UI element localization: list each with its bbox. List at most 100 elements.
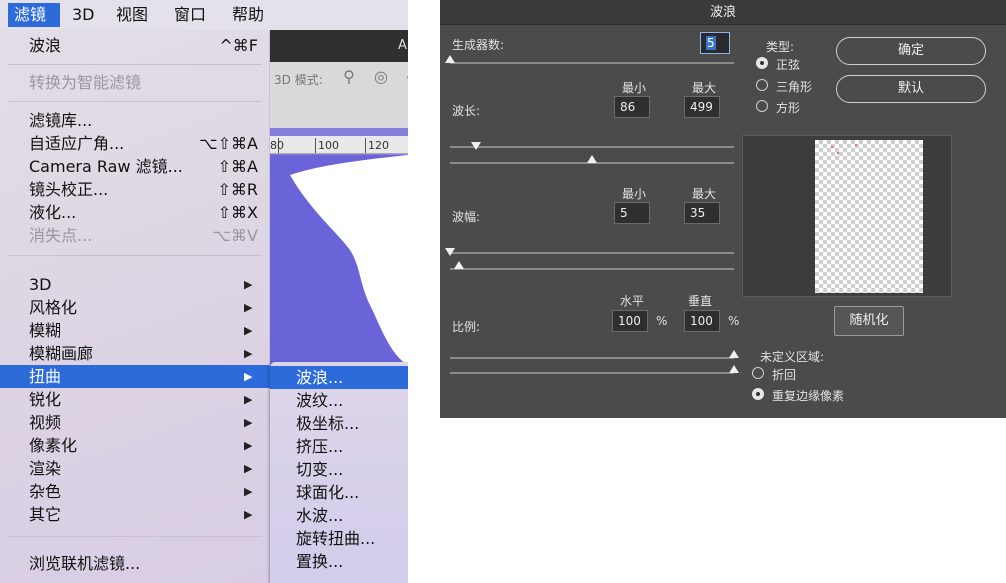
rotate-3d-icon[interactable]: ◎	[370, 66, 392, 88]
type-triangle-radio[interactable]	[756, 79, 768, 91]
scale-vertical-slider-thumb[interactable]	[729, 365, 739, 373]
submenu-item-spherize[interactable]: 球面化...	[270, 481, 408, 504]
default-button[interactable]: 默认	[836, 75, 986, 103]
submenu-arrow-icon: ▶	[244, 485, 253, 498]
menu-bar: 滤镜 3D 视图 窗口 帮助	[0, 0, 408, 30]
menu-filter[interactable]: 滤镜	[8, 3, 60, 27]
generators-label: 生成器数:	[452, 38, 505, 52]
menu-item-blur-gallery[interactable]: 模糊画廊 ▶	[0, 342, 270, 365]
amplitude-max-header: 最大	[691, 187, 716, 201]
menu-item-shortcut: ⇧⌘R	[217, 180, 258, 199]
submenu-arrow-icon: ▶	[244, 416, 253, 429]
scale-vertical-slider-track[interactable]	[450, 372, 734, 374]
scale-horizontal-input[interactable]: 100	[612, 310, 648, 332]
submenu-item-twirl[interactable]: 旋转扭曲...	[270, 527, 408, 550]
repeat-edge-pixels-radio[interactable]	[752, 388, 764, 400]
dialog-title: 波浪	[709, 5, 736, 20]
wavelength-max-input[interactable]: 499	[684, 96, 720, 118]
menu-item-pixelate[interactable]: 像素化 ▶	[0, 434, 270, 457]
menu-view[interactable]: 视图	[116, 3, 148, 27]
menu-item-liquify[interactable]: 液化... ⇧⌘X	[0, 201, 270, 224]
menu-item-camera-raw[interactable]: Camera Raw 滤镜... ⇧⌘A	[0, 155, 270, 178]
wavelength-min-slider-thumb[interactable]	[470, 142, 481, 150]
menu-item-label: 模糊	[29, 321, 62, 340]
generators-slider-thumb[interactable]	[445, 55, 455, 63]
scale-vertical-input[interactable]: 100	[684, 310, 720, 332]
menu-item-label: 模糊画廊	[29, 344, 94, 363]
pan-3d-icon[interactable]: ‹	[398, 66, 408, 88]
3d-mode-label: 3D 模式:	[274, 73, 323, 87]
menu-separator	[8, 255, 262, 256]
submenu-arrow-icon: ▶	[244, 462, 253, 475]
menu-item-shortcut: ⇧⌘X	[217, 203, 258, 222]
menu-item-label: 杂色	[29, 482, 62, 501]
submenu-item-displace[interactable]: 置换...	[270, 550, 408, 573]
dialog-titlebar[interactable]: 波浪	[440, 0, 1006, 25]
wavelength-min-slider-track[interactable]	[450, 146, 734, 148]
type-square-label: 方形	[776, 101, 801, 115]
menu-item-stylize[interactable]: 风格化 ▶	[0, 296, 270, 319]
type-sine-radio[interactable]	[756, 57, 768, 69]
generators-input[interactable]: 5	[700, 32, 730, 54]
menu-item-convert-smart-filter: 转换为智能滤镜	[0, 71, 270, 94]
submenu-arrow-icon: ▶	[244, 439, 253, 452]
menu-item-filter-gallery[interactable]: 滤镜库...	[0, 109, 270, 132]
type-square-radio[interactable]	[756, 100, 768, 112]
menu-item-noise[interactable]: 杂色 ▶	[0, 480, 270, 503]
menu-3d[interactable]: 3D	[72, 3, 95, 27]
menu-item-blur[interactable]: 模糊 ▶	[0, 319, 270, 342]
amplitude-label: 波幅:	[452, 210, 481, 224]
menu-item-last-filter[interactable]: 波浪 ^⌘F	[0, 34, 270, 57]
menu-item-video[interactable]: 视频 ▶	[0, 411, 270, 434]
menu-item-adaptive-wide-angle[interactable]: 自适应广角... ⌥⇧⌘A	[0, 132, 270, 155]
menu-help[interactable]: 帮助	[232, 3, 264, 27]
document-tab-label[interactable]: A	[398, 38, 407, 53]
ok-button[interactable]: 确定	[836, 37, 986, 65]
randomize-button[interactable]: 随机化	[834, 306, 904, 336]
menu-item-lens-correction[interactable]: 镜头校正... ⇧⌘R	[0, 178, 270, 201]
amplitude-min-input[interactable]: 5	[614, 202, 650, 224]
generators-value: 5	[706, 36, 716, 50]
orbit-3d-icon[interactable]: ⚲	[338, 66, 360, 88]
menu-item-vanishing-point: 消失点... ⌥⌘V	[0, 224, 270, 247]
scale-horizontal-slider-track[interactable]	[450, 357, 734, 359]
submenu-item-label: 水波...	[296, 506, 344, 525]
submenu-arrow-icon: ▶	[244, 370, 253, 383]
submenu-arrow-icon: ▶	[244, 301, 253, 314]
menu-item-label: 浏览联机滤镜...	[29, 554, 141, 573]
menu-item-sharpen[interactable]: 锐化 ▶	[0, 388, 270, 411]
wrap-around-radio[interactable]	[752, 367, 764, 379]
menu-item-3d[interactable]: 3D ▶	[0, 273, 270, 296]
menu-item-label: Camera Raw 滤镜...	[29, 157, 183, 176]
amplitude-max-slider-thumb[interactable]	[453, 261, 464, 269]
submenu-item-wave[interactable]: 波浪...	[270, 366, 408, 389]
submenu-item-polar-coordinates[interactable]: 极坐标...	[270, 412, 408, 435]
submenu-item-pinch[interactable]: 挤压...	[270, 435, 408, 458]
menu-item-label: 液化...	[29, 203, 77, 222]
scale-horizontal-slider-thumb[interactable]	[729, 350, 739, 358]
menu-item-render[interactable]: 渲染 ▶	[0, 457, 270, 480]
submenu-item-ripple[interactable]: 波纹...	[270, 389, 408, 412]
submenu-item-shear[interactable]: 切变...	[270, 458, 408, 481]
menu-item-other[interactable]: 其它 ▶	[0, 503, 270, 526]
submenu-arrow-icon: ▶	[244, 278, 253, 291]
submenu-item-zigzag[interactable]: 水波...	[270, 504, 408, 527]
amplitude-max-slider-track[interactable]	[450, 268, 734, 270]
wavelength-max-slider-thumb[interactable]	[587, 155, 597, 163]
menu-item-browse-online[interactable]: 浏览联机滤镜...	[0, 552, 270, 575]
menu-item-distort[interactable]: 扭曲 ▶	[0, 365, 270, 388]
submenu-arrow-icon: ▶	[244, 347, 253, 360]
amplitude-min-slider-thumb[interactable]	[445, 248, 455, 256]
menu-item-label: 风格化	[29, 298, 78, 317]
generators-slider-track[interactable]	[450, 62, 734, 64]
menu-item-label: 锐化	[29, 390, 62, 409]
wrap-around-label: 折回	[772, 368, 797, 382]
submenu-item-label: 球面化...	[296, 483, 360, 502]
submenu-item-label: 挤压...	[296, 437, 344, 456]
horizontal-ruler: 80 100 120	[270, 136, 408, 154]
amplitude-min-slider-track[interactable]	[450, 252, 734, 254]
amplitude-max-input[interactable]: 35	[684, 202, 720, 224]
wavelength-min-input[interactable]: 86	[614, 96, 650, 118]
menu-window[interactable]: 窗口	[174, 3, 206, 27]
scale-label: 比例:	[452, 320, 481, 334]
